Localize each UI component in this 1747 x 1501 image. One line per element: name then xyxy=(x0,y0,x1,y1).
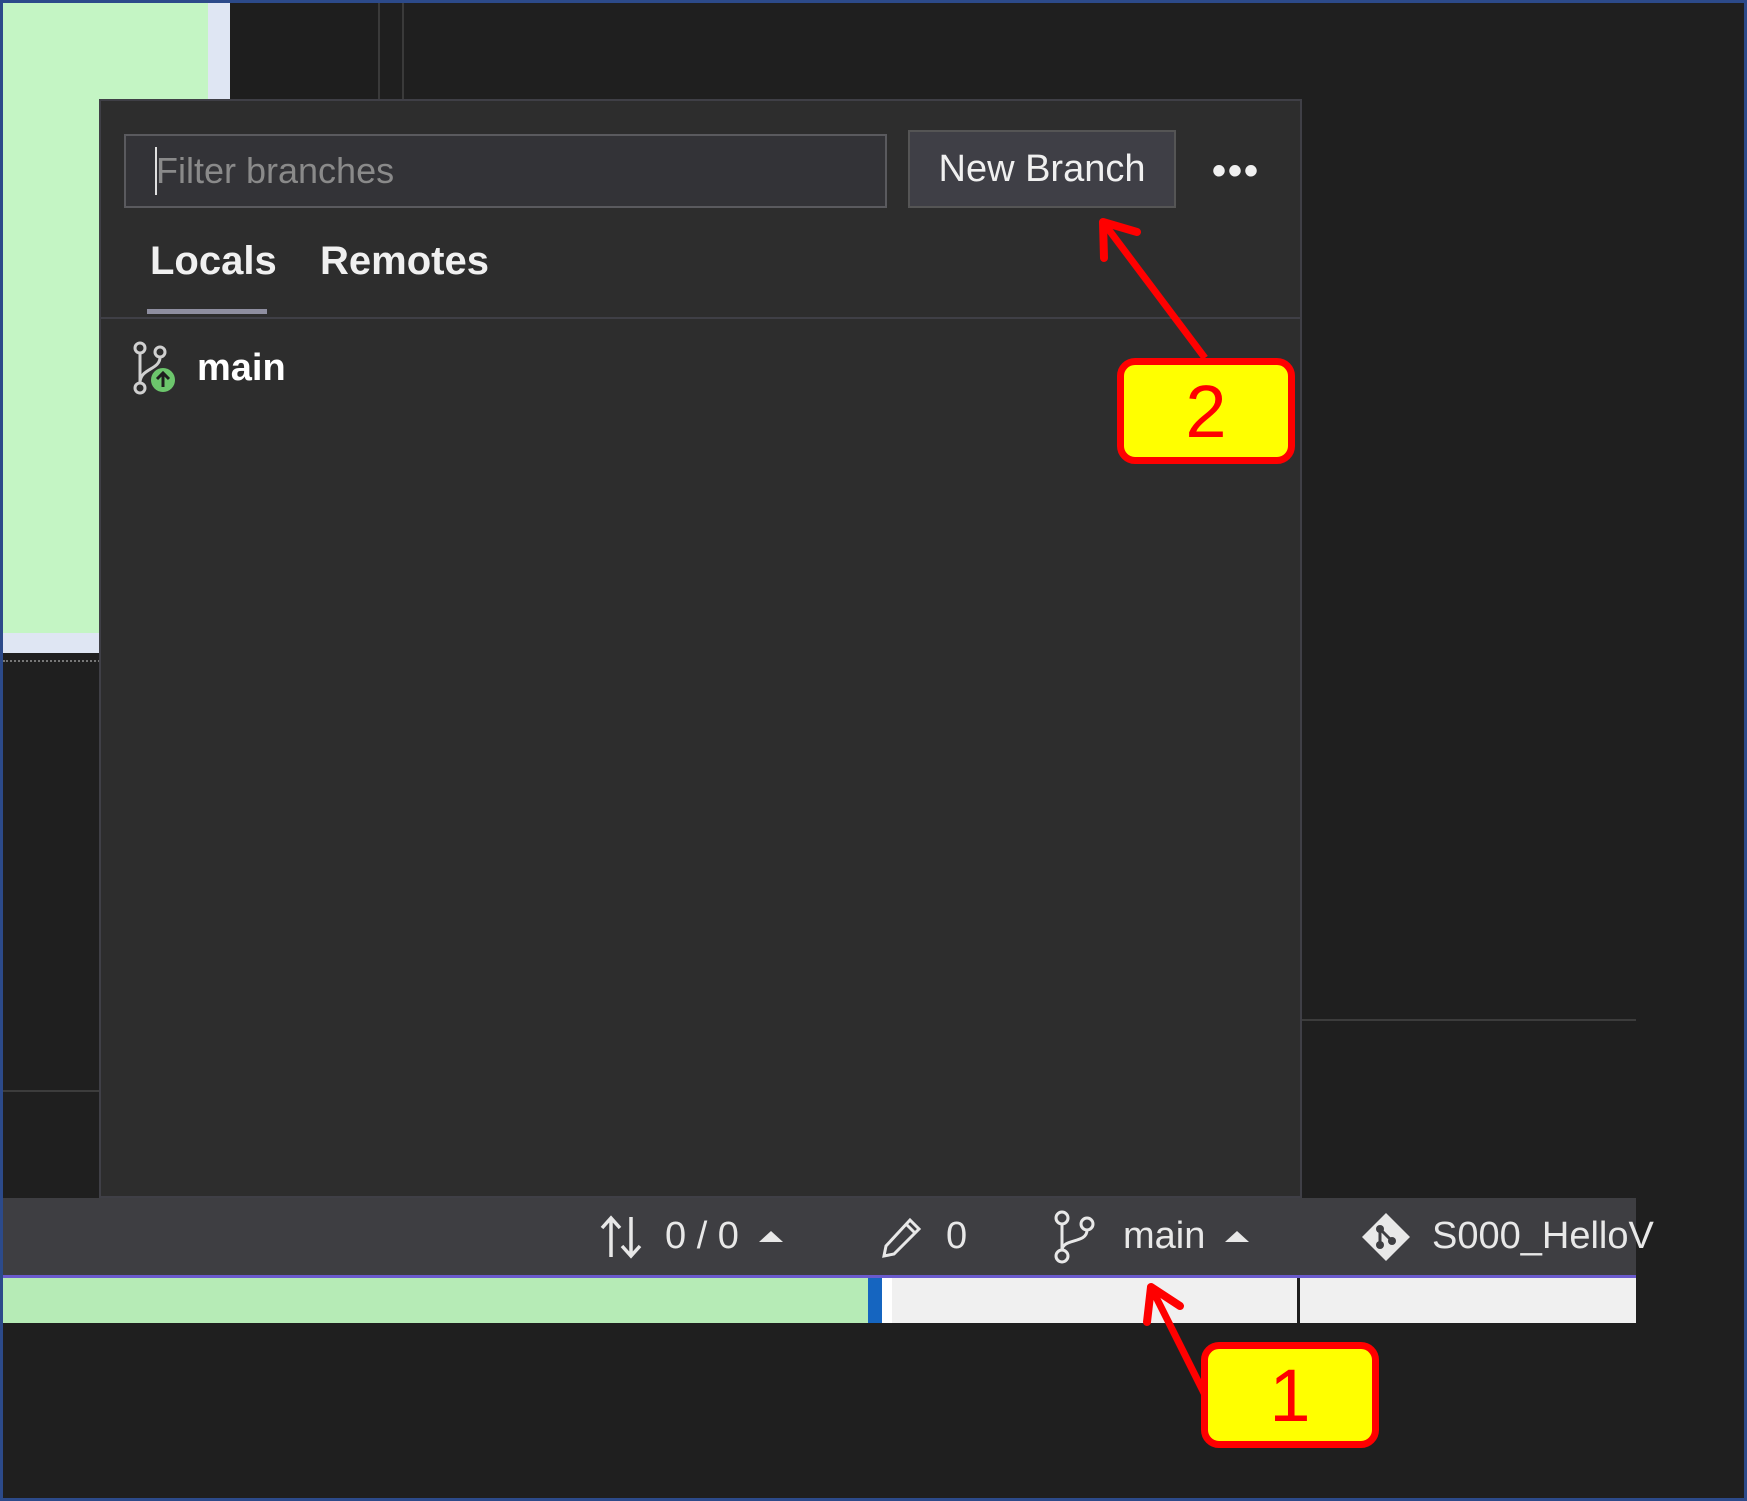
branch-list-item[interactable]: main xyxy=(131,333,531,403)
repo-name: S000_HelloV xyxy=(1432,1215,1654,1257)
caret-up-icon xyxy=(1225,1231,1250,1242)
editor-tab-marker xyxy=(868,1278,882,1323)
git-repo-icon xyxy=(1360,1211,1412,1263)
tab-locals[interactable]: Locals xyxy=(150,231,277,291)
annotation-callout-1: 1 xyxy=(1201,1342,1379,1448)
repo-status[interactable]: S000_HelloV xyxy=(1360,1198,1654,1275)
new-branch-button[interactable]: New Branch xyxy=(908,130,1176,208)
divider xyxy=(3,1090,100,1092)
text-caret xyxy=(155,147,157,195)
sync-status[interactable]: 0 / 0 xyxy=(599,1198,783,1275)
changes-count: 0 xyxy=(946,1215,968,1257)
sync-arrows-icon xyxy=(599,1213,643,1261)
changes-status[interactable]: 0 xyxy=(880,1198,967,1275)
status-bar: 0 / 0 0 main S000_HelloV xyxy=(3,1198,1654,1278)
sync-count: 0 / 0 xyxy=(665,1215,739,1257)
divider xyxy=(402,3,404,101)
divider xyxy=(378,3,380,101)
editor-dark-strip xyxy=(230,3,380,101)
divider xyxy=(1302,1019,1636,1021)
tab-remotes[interactable]: Remotes xyxy=(320,231,489,291)
annotation-callout-2: 2 xyxy=(1117,358,1295,464)
caret-up-icon xyxy=(758,1231,783,1242)
editor-tab-active-area xyxy=(3,1278,868,1323)
branch-publish-icon xyxy=(131,340,179,396)
branch-status[interactable]: main xyxy=(1051,1198,1250,1275)
branch-picker-popup: New Branch ••• Locals Remotes main xyxy=(99,99,1302,1198)
pencil-icon xyxy=(880,1215,924,1259)
tab-divider xyxy=(101,317,1300,319)
dotted-splitter xyxy=(3,660,100,662)
git-branch-icon xyxy=(1051,1210,1097,1264)
editor-tab-gap xyxy=(882,1278,892,1323)
branch-name: main xyxy=(197,346,286,389)
branch-name: main xyxy=(1123,1215,1206,1257)
more-options-button[interactable]: ••• xyxy=(1201,141,1271,201)
filter-branches-input[interactable] xyxy=(124,134,887,208)
tab-selected-indicator xyxy=(147,309,267,314)
editor-tab-divider xyxy=(1297,1278,1300,1323)
